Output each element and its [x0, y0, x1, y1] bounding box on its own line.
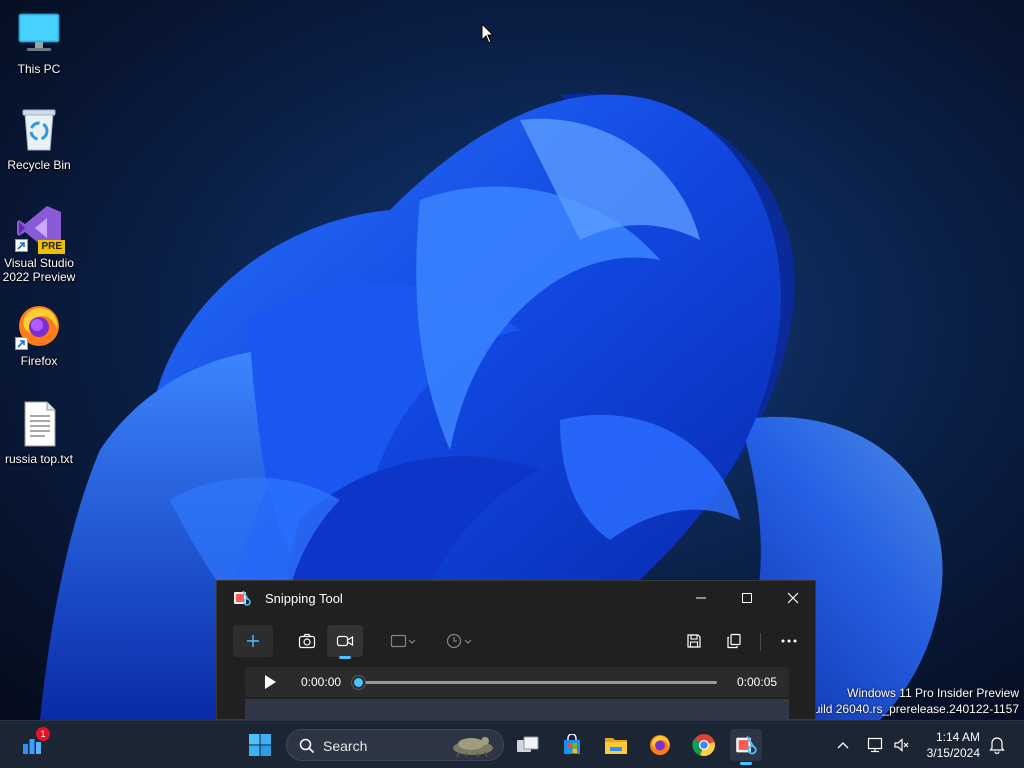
taskbar-file-explorer[interactable]: [600, 729, 632, 761]
save-button[interactable]: [677, 625, 711, 657]
camera-icon: [298, 633, 316, 649]
desktop-icon-this-pc[interactable]: This PC: [2, 10, 76, 76]
desktop-icon-russia-top-txt[interactable]: russia top.txt: [2, 400, 76, 466]
seek-bar[interactable]: [352, 676, 717, 689]
new-snip-button[interactable]: [233, 625, 273, 657]
watermark-line2: . Build 26040.rs_prerelease.240122-1157: [799, 702, 1019, 716]
close-button[interactable]: [770, 581, 815, 615]
network-button[interactable]: [862, 729, 890, 761]
taskbar-firefox[interactable]: [644, 729, 676, 761]
current-time: 0:00:00: [301, 675, 342, 689]
close-icon: [787, 592, 799, 604]
firefox-icon: [15, 302, 63, 350]
taskbar-chrome[interactable]: [688, 729, 720, 761]
desktop-icon-label: Recycle Bin: [7, 158, 71, 172]
rectangle-icon: [390, 634, 416, 648]
search-highlight-icon: [453, 737, 493, 758]
windows-logo-icon: [249, 734, 271, 756]
toolbar-divider: [760, 633, 761, 651]
taskbar-microsoft-store[interactable]: [556, 729, 588, 761]
minimize-button[interactable]: [678, 581, 724, 615]
mouse-cursor-icon: [481, 23, 495, 44]
task-view-icon: [517, 736, 539, 752]
desktop-icon-label: This PC: [17, 62, 61, 76]
clock-date: 3/15/2024: [926, 746, 980, 760]
folder-icon: [605, 738, 627, 754]
recycle-bin-icon: [15, 106, 63, 154]
video-camera-icon: [336, 635, 354, 647]
snipping-tool-window[interactable]: Snipping Tool 0:00:00 0:00:05: [216, 580, 816, 720]
copy-button[interactable]: [717, 625, 751, 657]
monitor-icon: [15, 10, 63, 58]
minimize-icon: [696, 597, 706, 599]
plus-icon: [247, 635, 259, 647]
shortcut-arrow-icon: [15, 239, 28, 252]
task-view-button[interactable]: [512, 729, 544, 761]
seek-thumb[interactable]: [352, 676, 365, 689]
firefox-icon: [650, 735, 670, 755]
video-preview: [245, 699, 789, 719]
total-time: 0:00:05: [737, 675, 778, 689]
more-options-button[interactable]: [771, 625, 807, 657]
maximize-button[interactable]: [724, 581, 770, 615]
title-bar[interactable]: Snipping Tool: [217, 581, 815, 615]
desktop-icon-label: Visual Studio: [4, 256, 74, 270]
chrome-icon: [692, 734, 715, 757]
desktop-icon-visual-studio[interactable]: PRE Visual Studio 2022 Preview: [2, 204, 76, 284]
desktop-icon-label: russia top.txt: [4, 452, 74, 466]
chevron-up-icon: [837, 742, 849, 749]
maximize-icon: [742, 593, 752, 603]
save-icon: [687, 634, 701, 648]
preview-badge: PRE: [38, 240, 65, 254]
system-clock[interactable]: 1:14 AM 3/15/2024: [927, 729, 980, 761]
play-icon: [265, 675, 276, 689]
taskbar-search[interactable]: Search: [286, 729, 504, 761]
snipping-tool-icon: [736, 735, 757, 755]
more-icon: [781, 639, 797, 643]
visual-studio-icon: PRE: [15, 204, 65, 254]
window-title: Snipping Tool: [265, 591, 343, 606]
snipping-tool-app-icon: [233, 589, 251, 607]
clock-icon: [446, 633, 472, 649]
desktop-icon-firefox[interactable]: Firefox: [2, 302, 76, 368]
desktop-icon-recycle-bin[interactable]: Recycle Bin: [2, 106, 76, 172]
text-file-icon: [15, 400, 63, 448]
windows-watermark: Windows 11 Pro Insider Preview . Build 2…: [799, 685, 1019, 717]
network-icon: [867, 737, 883, 753]
screenshot-mode-button[interactable]: [289, 625, 325, 657]
video-player-controls: 0:00:00 0:00:05: [245, 667, 789, 697]
shortcut-arrow-icon: [15, 337, 28, 350]
snipping-toolbar: [217, 621, 815, 661]
widgets-button[interactable]: 1: [16, 727, 50, 761]
clock-time: 1:14 AM: [935, 730, 980, 744]
bell-icon: [989, 737, 1005, 754]
active-mode-indicator: [339, 656, 351, 659]
taskbar-snipping-tool[interactable]: [730, 729, 762, 765]
snip-shape-dropdown[interactable]: [383, 625, 423, 657]
notifications-button[interactable]: [984, 729, 1010, 761]
desktop-icon-label: Firefox: [20, 354, 58, 368]
record-mode-button[interactable]: [327, 625, 363, 659]
desktop-icon-label: 2022 Preview: [2, 270, 76, 284]
copy-icon: [727, 633, 741, 649]
show-hidden-icons-button[interactable]: [828, 729, 858, 761]
start-button[interactable]: [244, 729, 276, 761]
delay-dropdown[interactable]: [439, 625, 479, 657]
notification-badge: 1: [36, 727, 50, 741]
store-icon: [564, 734, 580, 754]
search-icon: [299, 738, 315, 754]
taskbar: 1 Search 1:14 AM 3/15/2024: [0, 720, 1024, 768]
running-app-indicator: [740, 762, 752, 765]
play-button[interactable]: [263, 674, 277, 695]
search-label: Search: [323, 738, 368, 754]
volume-button[interactable]: [888, 729, 916, 761]
volume-muted-icon: [894, 738, 909, 752]
watermark-line1: Windows 11 Pro Insider Preview: [847, 686, 1019, 700]
